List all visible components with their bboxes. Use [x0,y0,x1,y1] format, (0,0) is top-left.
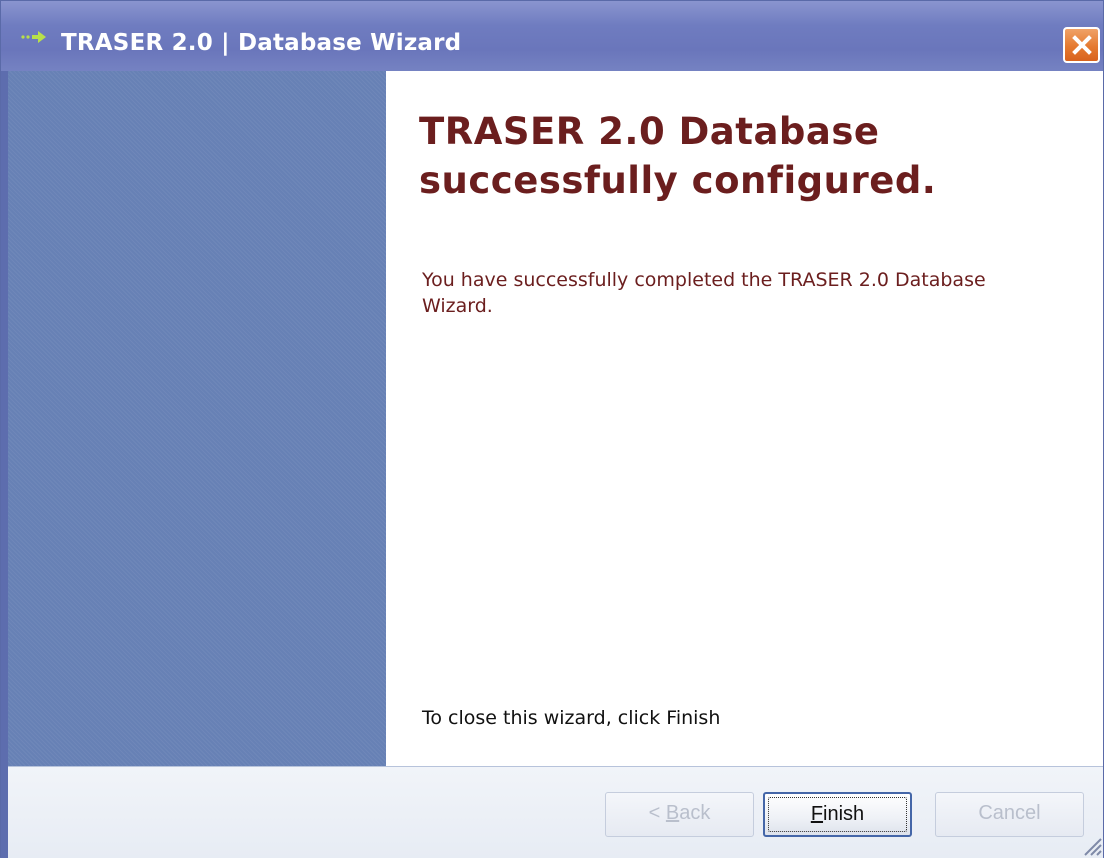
window-left-border [1,71,8,858]
page-title: TRASER 2.0 Database successfully configu… [419,110,937,202]
wizard-content-panel: TRASER 2.0 Database successfully configu… [386,71,1103,766]
finish-button[interactable]: Finish [763,792,912,837]
close-instructions: To close this wizard, click Finish [422,707,721,729]
green-arrow-icon [21,31,46,43]
cancel-button[interactable]: Cancel [935,792,1084,837]
completion-description: You have successfully completed the TRAS… [422,269,986,317]
wizard-window: TRASER 2.0 | Database Wizard TRASER 2.0 … [0,0,1104,858]
back-button-prefix: < [648,802,666,824]
finish-button-label-rest: inish [823,803,865,825]
title-bar[interactable]: TRASER 2.0 | Database Wizard [1,1,1103,71]
wizard-sidebar-panel [8,71,386,766]
close-button[interactable] [1063,27,1100,63]
close-icon [1072,35,1092,55]
back-button-mnemonic: B [665,802,680,824]
button-bar: < Back Finish Cancel [8,766,1103,858]
finish-button-mnemonic: F [810,803,824,825]
resize-grip-icon[interactable] [1077,831,1103,857]
window-title: TRASER 2.0 | Database Wizard [61,30,462,56]
back-button[interactable]: < Back [605,792,754,837]
back-button-label-rest: ack [679,802,711,824]
cancel-button-label: Cancel [978,802,1041,824]
